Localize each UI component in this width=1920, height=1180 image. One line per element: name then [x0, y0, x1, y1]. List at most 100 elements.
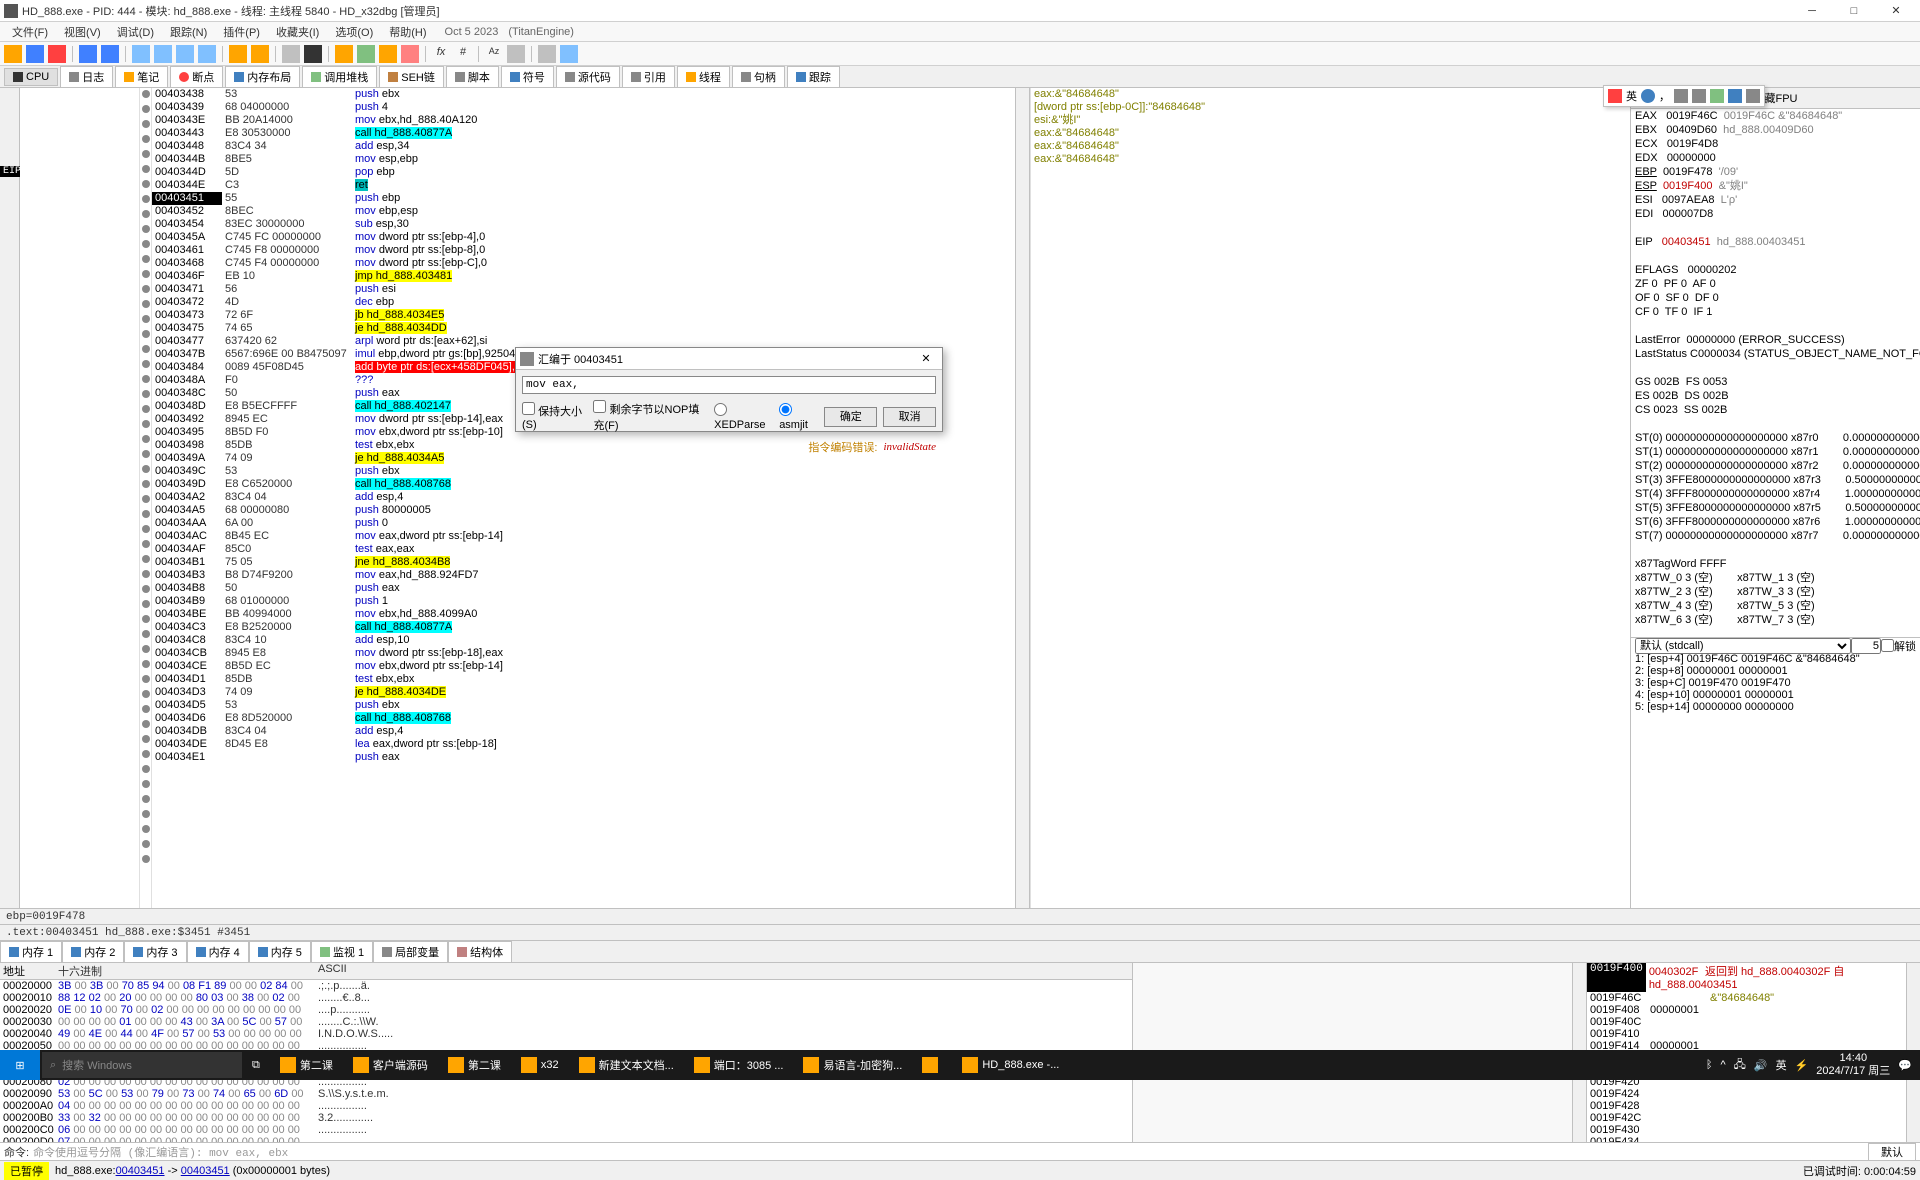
- disasm-instruction[interactable]: ret: [352, 179, 1015, 192]
- disasm-instruction[interactable]: mov eax,dword ptr ss:[ebp-14]: [352, 530, 1015, 543]
- menu-favorites[interactable]: 收藏夹(I): [268, 22, 327, 42]
- ime-logo-icon[interactable]: [1608, 89, 1622, 103]
- disasm-instruction[interactable]: add esp,34: [352, 140, 1015, 153]
- disasm-address[interactable]: 004034DB: [152, 725, 222, 738]
- menu-options[interactable]: 选项(O): [327, 22, 381, 42]
- taskbar-task[interactable]: HD_888.exe -...: [952, 1050, 1069, 1080]
- disasm-address[interactable]: 0040346F: [152, 270, 222, 283]
- convention-select[interactable]: 默认 (stdcall): [1635, 638, 1851, 654]
- disasm-address[interactable]: 004034CE: [152, 660, 222, 673]
- disasm-address[interactable]: 00403484: [152, 361, 222, 374]
- tab-dump1[interactable]: 内存 1: [0, 941, 62, 963]
- disasm-address[interactable]: 004034B8: [152, 582, 222, 595]
- disasm-instruction[interactable]: mov dword ptr ss:[ebp-C],0: [352, 257, 1015, 270]
- disasm-instruction[interactable]: test ebx,ebx: [352, 673, 1015, 686]
- stop-icon[interactable]: [48, 45, 66, 63]
- disasm-instruction[interactable]: jne hd_888.4034B8: [352, 556, 1015, 569]
- disasm-instruction[interactable]: jb hd_888.4034E5: [352, 309, 1015, 322]
- disasm-instruction[interactable]: je hd_888.4034DE: [352, 686, 1015, 699]
- disasm-address[interactable]: 0040344D: [152, 166, 222, 179]
- maximize-button[interactable]: □: [1834, 1, 1874, 21]
- step-out-icon[interactable]: [176, 45, 194, 63]
- disasm-address[interactable]: 004034BE: [152, 608, 222, 621]
- disasm-scrollbar[interactable]: [1015, 88, 1029, 908]
- disasm-instruction[interactable]: call hd_888.40877A: [352, 621, 1015, 634]
- disasm-address[interactable]: 00403461: [152, 244, 222, 257]
- taskbar-task[interactable]: 新建文本文档...: [569, 1050, 684, 1080]
- tab-callstack[interactable]: 调用堆栈: [302, 66, 377, 88]
- asmjit-radio[interactable]: asmjit: [779, 403, 818, 431]
- trace-into-icon[interactable]: [229, 45, 247, 63]
- tab-threads[interactable]: 线程: [677, 66, 730, 88]
- minimize-button[interactable]: ─: [1792, 1, 1832, 21]
- system-tray[interactable]: ᛒ ^ 🖧 🔊 英 ⚡ 14:40 2024/7/17 周三 💬: [1698, 1052, 1920, 1078]
- menu-trace[interactable]: 跟踪(N): [162, 22, 215, 42]
- taskbar-task[interactable]: 易语言-加密狗...: [793, 1050, 912, 1080]
- disasm-panel[interactable]: EIP 00403438004034390040343E004034430040…: [0, 88, 1030, 908]
- tab-dump2[interactable]: 内存 2: [62, 941, 124, 963]
- pause-icon[interactable]: [101, 45, 119, 63]
- network-icon[interactable]: 🖧: [1734, 1056, 1746, 1075]
- disasm-address[interactable]: 00403495: [152, 426, 222, 439]
- disasm-address[interactable]: 00403471: [152, 283, 222, 296]
- dump-row[interactable]: 000200D007 00 00 00 00 00 00 00 00 00 00…: [0, 1136, 1132, 1142]
- cancel-button[interactable]: 取消: [883, 407, 936, 427]
- disasm-instruction[interactable]: mov ebx,dword ptr ss:[ebp-14]: [352, 660, 1015, 673]
- disasm-address[interactable]: 004034E1: [152, 751, 222, 764]
- status-addr1[interactable]: 00403451: [116, 1165, 165, 1177]
- disasm-instruction[interactable]: mov ebp,esp: [352, 205, 1015, 218]
- dialog-close-button[interactable]: ✕: [914, 350, 938, 368]
- disasm-address[interactable]: 00403475: [152, 322, 222, 335]
- tab-script[interactable]: 脚本: [446, 66, 499, 88]
- tab-references[interactable]: 引用: [622, 66, 675, 88]
- registers-panel[interactable]: 隐藏FPU EAX 0019F46C 0019F46C &"84684648"E…: [1630, 88, 1920, 908]
- step-into-icon[interactable]: [132, 45, 150, 63]
- tab-seh[interactable]: SEH链: [379, 66, 444, 88]
- disasm-instruction[interactable]: call hd_888.408768: [352, 712, 1015, 725]
- tab-trace[interactable]: 跟踪: [787, 66, 840, 88]
- disasm-instruction[interactable]: push ebp: [352, 192, 1015, 205]
- run-icon[interactable]: [79, 45, 97, 63]
- disasm-address[interactable]: 004034AC: [152, 530, 222, 543]
- disasm-instruction[interactable]: call hd_888.40877A: [352, 127, 1015, 140]
- taskbar-search[interactable]: ⌕ 搜索 Windows: [42, 1052, 242, 1078]
- disasm-instruction[interactable]: mov dword ptr ss:[ebp-4],0: [352, 231, 1015, 244]
- disasm-address[interactable]: 00403454: [152, 218, 222, 231]
- start-button[interactable]: ⊞: [0, 1050, 40, 1080]
- disasm-address[interactable]: 004034D6: [152, 712, 222, 725]
- asm-column[interactable]: push ebxpush 4mov ebx,hd_888.40A120call …: [352, 88, 1015, 908]
- tab-struct[interactable]: 结构体: [448, 941, 512, 963]
- tab-breakpoints[interactable]: 断点: [170, 66, 223, 88]
- menu-help[interactable]: 帮助(H): [381, 22, 434, 42]
- comments-icon[interactable]: [304, 45, 322, 63]
- taskbar-task[interactable]: [912, 1050, 952, 1080]
- disasm-address[interactable]: 004034CB: [152, 647, 222, 660]
- register-row[interactable]: EDX 00000000: [1631, 151, 1920, 165]
- dump-row[interactable]: 000200200E 00 10 00 70 00 02 00 00 00 00…: [0, 1004, 1132, 1016]
- stack-row[interactable]: 0019F40C: [1587, 1016, 1906, 1028]
- cmd-default[interactable]: 默认: [1868, 1143, 1916, 1161]
- disasm-address[interactable]: 004034C3: [152, 621, 222, 634]
- stack-row[interactable]: 0019F424: [1587, 1088, 1906, 1100]
- dump-row[interactable]: 0002003000 00 00 00 01 00 00 00 43 00 3A…: [0, 1016, 1132, 1028]
- xedparse-radio[interactable]: XEDParse: [714, 403, 773, 431]
- disasm-instruction[interactable]: mov dword ptr ss:[ebp-8],0: [352, 244, 1015, 257]
- notification-icon[interactable]: 💬: [1898, 1059, 1912, 1072]
- disasm-instruction[interactable]: dec ebp: [352, 296, 1015, 309]
- step-over-icon[interactable]: [154, 45, 172, 63]
- ime-punct-icon[interactable]: ，: [1659, 88, 1670, 104]
- disasm-instruction[interactable]: push eax: [352, 582, 1015, 595]
- disasm-address[interactable]: 004034B9: [152, 595, 222, 608]
- assemble-input[interactable]: [522, 376, 936, 394]
- disasm-instruction[interactable]: push esi: [352, 283, 1015, 296]
- param-count[interactable]: [1851, 638, 1881, 654]
- trace-over-icon[interactable]: [251, 45, 269, 63]
- disasm-address[interactable]: 004034C8: [152, 634, 222, 647]
- bytes-column[interactable]: 5368 04000000BB 20A14000E8 3053000083C4 …: [222, 88, 352, 908]
- disasm-address[interactable]: 00403473: [152, 309, 222, 322]
- disasm-address[interactable]: 00403439: [152, 101, 222, 114]
- fill-nop-checkbox[interactable]: 剩余字节以NOP填充(F): [593, 400, 708, 433]
- taskbar-task[interactable]: x32: [511, 1050, 569, 1080]
- disasm-address[interactable]: 0040343E: [152, 114, 222, 127]
- disasm-address[interactable]: 0040349C: [152, 465, 222, 478]
